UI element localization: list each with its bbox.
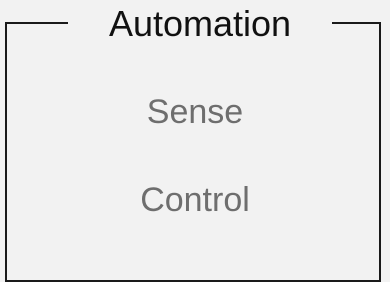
item-sense: Sense	[146, 93, 244, 131]
automation-group-box	[5, 22, 381, 282]
item-control: Control	[140, 181, 250, 219]
group-title: Automation	[68, 0, 332, 48]
